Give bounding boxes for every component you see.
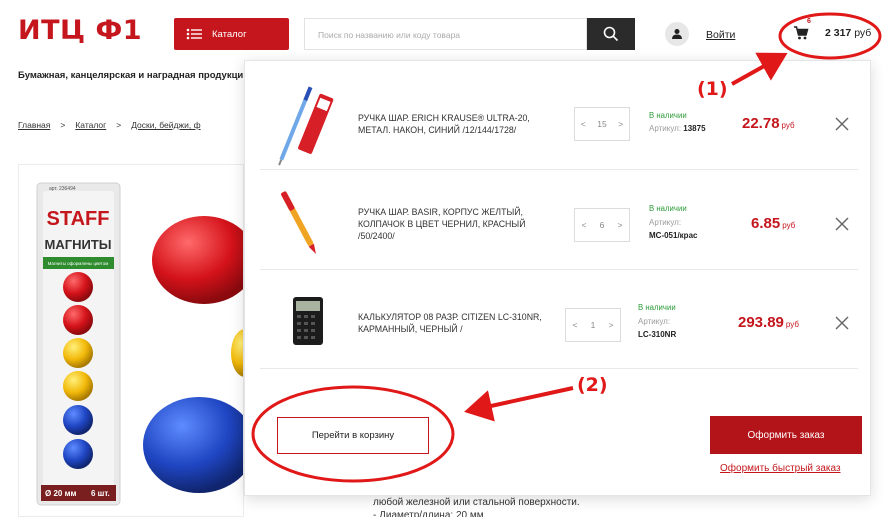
- product-tagline: Магниты оформлены цветом: [48, 261, 109, 266]
- cart-item-price: 22.78 руб: [742, 115, 795, 132]
- quick-order-link[interactable]: Оформить быстрый заказ: [720, 463, 841, 474]
- search-icon: [603, 26, 619, 42]
- article-value: LC-310NR: [638, 330, 677, 339]
- qty-increase[interactable]: >: [618, 119, 623, 129]
- breadcrumb: Главная > Каталог > Доски, бейджи, ф: [18, 120, 244, 130]
- cart-count-badge: 6: [807, 18, 811, 25]
- availability-status: В наличии: [638, 303, 676, 312]
- price-value: 22.78: [742, 115, 780, 132]
- checkout-button[interactable]: Оформить заказ: [710, 416, 862, 454]
- site-logo[interactable]: ИТЦ Ф1: [18, 15, 142, 46]
- article-info: Артикул: 13875: [649, 122, 706, 135]
- article-value: MC-051/крас: [649, 231, 698, 240]
- article-label: Артикул:: [649, 124, 682, 133]
- close-icon[interactable]: [834, 216, 850, 232]
- cart-total-value: 2 317: [825, 27, 852, 39]
- product-thumbnail-pens: [278, 86, 334, 166]
- cart-total[interactable]: 2 317 руб: [825, 27, 871, 39]
- search-button[interactable]: [587, 18, 635, 50]
- price-currency: руб: [782, 221, 796, 230]
- product-type: МАГНИТЫ: [45, 237, 112, 252]
- login-link[interactable]: Войти: [706, 29, 735, 41]
- price-currency: руб: [781, 121, 795, 130]
- breadcrumb-separator: >: [60, 120, 66, 130]
- catalog-label: Каталог: [212, 28, 247, 40]
- qty-value[interactable]: 15: [597, 119, 606, 129]
- breadcrumb-home[interactable]: Главная: [18, 120, 50, 130]
- cart-item-price: 293.89 руб: [738, 314, 799, 331]
- quantity-stepper[interactable]: < 15 >: [574, 107, 630, 141]
- user-button[interactable]: [665, 22, 689, 46]
- description-line: - Диаметр/длина: 20 мм: [373, 510, 484, 517]
- article-info: Артикул: LC-310NR: [638, 315, 676, 341]
- article-label: Артикул:: [649, 218, 682, 227]
- product-box-code: арт. 236494: [49, 186, 76, 192]
- catalog-button[interactable]: Каталог: [174, 18, 289, 50]
- availability-status: В наличии: [649, 204, 687, 213]
- article-label: Артикул:: [638, 317, 671, 326]
- cart-icon[interactable]: [793, 25, 809, 41]
- product-description: любой железной или стальной поверхности.…: [373, 496, 580, 517]
- cart-item-name[interactable]: Ручка шар. ERICH KRAUSE® ULTRA-20, метал…: [358, 78, 543, 170]
- site-subtitle: Бумажная, канцелярская и наградная проду…: [18, 70, 243, 81]
- product-image: арт. 236494 STAFF МАГНИТЫ Магниты оформл…: [18, 164, 244, 517]
- product-thumbnail-pen: [281, 191, 316, 255]
- cart-item: Калькулятор 08 разр. CITIZEN LC-310NR, к…: [260, 277, 858, 369]
- qty-decrease[interactable]: <: [582, 220, 587, 230]
- close-icon[interactable]: [834, 116, 850, 132]
- qty-decrease[interactable]: <: [581, 119, 586, 129]
- availability-status: В наличии: [649, 111, 687, 120]
- annotation-label-2: (2): [577, 374, 608, 396]
- cart-item: Ручка шар. BASIR, корпус желтый, колпачо…: [260, 178, 858, 270]
- cart-item-price: 6.85 руб: [751, 215, 795, 232]
- price-currency: руб: [785, 320, 799, 329]
- article-info: Артикул: MC-051/крас: [649, 216, 697, 242]
- breadcrumb-category[interactable]: Доски, бейджи, ф: [131, 120, 200, 130]
- price-value: 6.85: [751, 215, 781, 232]
- quantity-stepper[interactable]: < 6 >: [574, 208, 630, 242]
- product-brand: STAFF: [47, 208, 110, 230]
- go-to-cart-button[interactable]: Перейти в корзину: [277, 417, 429, 454]
- user-icon: [672, 29, 682, 39]
- qty-value[interactable]: 6: [600, 220, 605, 230]
- qty-increase[interactable]: >: [608, 320, 613, 330]
- quantity-stepper[interactable]: < 1 >: [565, 308, 621, 342]
- product-size-label: Ø 20 мм: [45, 489, 76, 498]
- cart-item-name[interactable]: Ручка шар. BASIR, корпус желтый, колпачо…: [358, 178, 543, 270]
- breadcrumb-catalog[interactable]: Каталог: [75, 120, 106, 130]
- catalog-list-icon: [186, 28, 202, 40]
- annotation-label-1: (1): [697, 78, 728, 100]
- description-line: любой железной или стальной поверхности.: [373, 497, 580, 508]
- qty-increase[interactable]: >: [617, 220, 622, 230]
- qty-value[interactable]: 1: [591, 320, 596, 330]
- close-icon[interactable]: [834, 315, 850, 331]
- cart-item-name[interactable]: Калькулятор 08 разр. CITIZEN LC-310NR, к…: [358, 277, 543, 369]
- price-value: 293.89: [738, 314, 784, 331]
- cart-total-currency: руб: [854, 27, 872, 39]
- breadcrumb-separator: >: [116, 120, 122, 130]
- product-thumbnail-calculator: [293, 297, 323, 345]
- product-count-label: 6 шт.: [91, 489, 110, 498]
- cart-item: Ручка шар. ERICH KRAUSE® ULTRA-20, метал…: [260, 78, 858, 170]
- article-value: 13875: [683, 124, 706, 133]
- search-input[interactable]: Поиск по названию или коду товара: [304, 18, 587, 50]
- qty-decrease[interactable]: <: [573, 320, 578, 330]
